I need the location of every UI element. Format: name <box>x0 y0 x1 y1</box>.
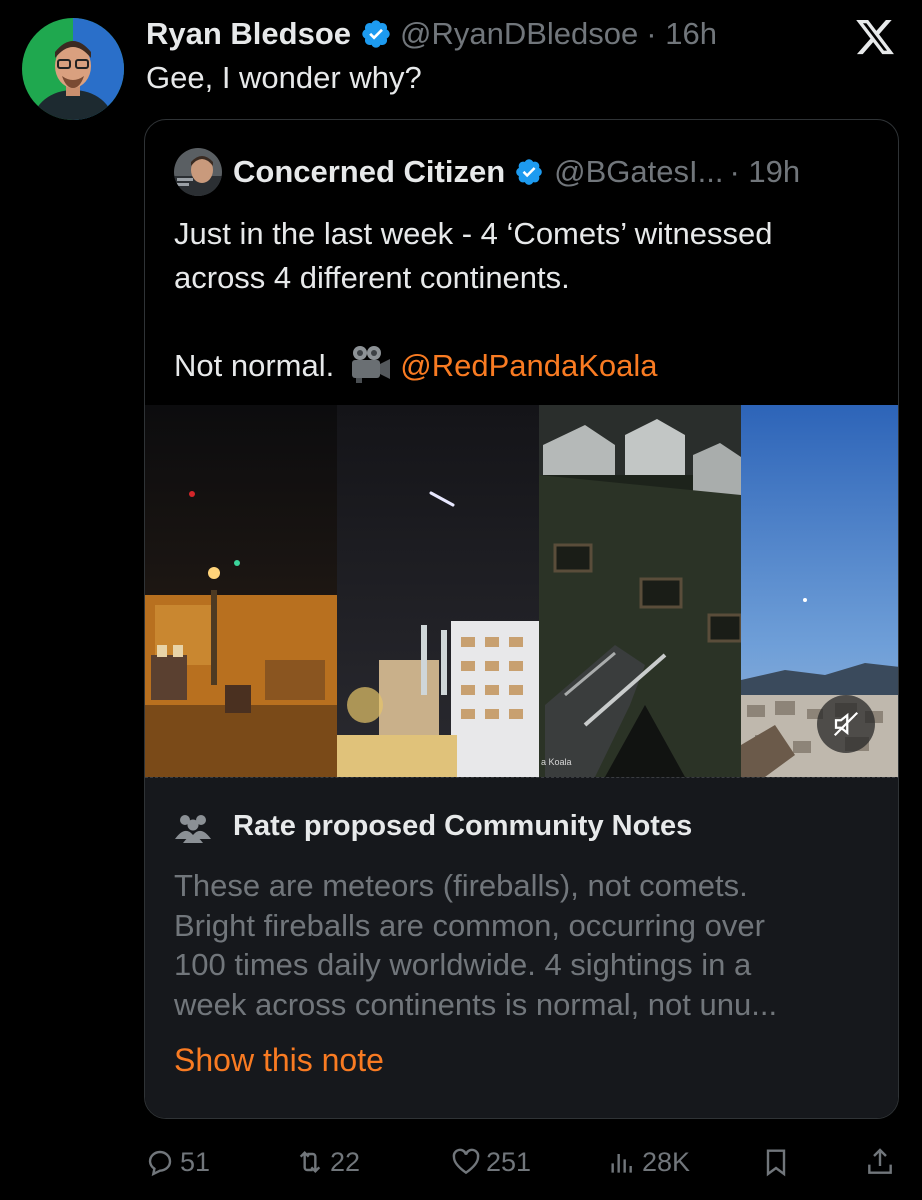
verified-badge-icon <box>516 159 542 185</box>
like-icon <box>452 1148 480 1175</box>
reply-icon <box>148 1150 172 1177</box>
movie-camera-icon <box>352 346 391 383</box>
community-notes-header: Rate proposed Community Notes <box>173 810 692 843</box>
author-handle[interactable]: @RyanDBledsoe <box>400 16 638 52</box>
show-note-link[interactable]: Show this note <box>174 1042 384 1079</box>
media-watermark: a Koala <box>541 757 572 767</box>
views-icon <box>611 1154 632 1173</box>
mute-icon <box>833 711 859 737</box>
share-icon <box>868 1148 892 1174</box>
reply-count: 51 <box>180 1146 211 1177</box>
quoted-text-not-normal: Not normal. <box>174 348 335 383</box>
quoted-handle[interactable]: @BGatesI... <box>554 154 723 190</box>
tweet-action-bar: 51 22 251 28K <box>144 1142 904 1182</box>
avatar[interactable] <box>22 18 124 120</box>
x-logo-icon <box>856 19 894 55</box>
note-line: week across continents is normal, not un… <box>174 986 778 1022</box>
note-line: 100 times daily worldwide. 4 sightings i… <box>174 947 752 982</box>
quoted-author-row: Concerned Citizen @BGatesI... · 19h <box>233 152 800 192</box>
tweet-text: Gee, I wonder why? <box>146 60 422 95</box>
tweet-time: · 16h <box>646 16 717 51</box>
bookmark-icon <box>766 1149 786 1177</box>
media-frame-1 <box>145 405 337 777</box>
quoted-text-line: across 4 different continents. <box>174 260 570 295</box>
quoted-media[interactable]: a Koala <box>145 405 898 777</box>
reply-button[interactable]: 51 <box>144 1142 210 1182</box>
verified-badge-icon <box>362 20 390 48</box>
note-line: These are meteors (fireballs), not comet… <box>174 868 748 903</box>
like-count: 251 <box>486 1146 532 1177</box>
bookmark-button[interactable] <box>760 1142 796 1182</box>
community-notes-title[interactable]: Rate proposed Community Notes <box>233 810 692 843</box>
tweet-author-row: Ryan Bledsoe @RyanDBledsoe · 16h <box>146 14 717 54</box>
media-frame-2 <box>337 405 543 777</box>
repost-button[interactable]: 22 <box>294 1142 360 1182</box>
note-line: Bright fireballs are common, occurring o… <box>174 907 765 943</box>
quoted-text-line-3: Not normal. @RedPandaKoala <box>174 344 884 388</box>
views-count: 28K <box>642 1146 691 1177</box>
quoted-text-line: Just in the last week - 4 ‘Comets’ witne… <box>174 216 773 251</box>
people-icon <box>175 814 211 843</box>
views-button[interactable]: 28K <box>606 1142 690 1182</box>
quoted-tweet[interactable]: Concerned Citizen @BGatesI... · 19h Just… <box>144 119 899 1119</box>
repost-icon <box>299 1150 321 1174</box>
media-frame-3 <box>539 405 743 777</box>
quoted-time: · 19h <box>729 154 801 189</box>
quoted-avatar[interactable] <box>174 148 222 196</box>
mute-button[interactable] <box>817 695 875 753</box>
quoted-author-name[interactable]: Concerned Citizen <box>233 154 505 190</box>
like-button[interactable]: 251 <box>450 1142 531 1182</box>
community-notes-body: These are meteors (fireballs), not comet… <box>174 866 894 1024</box>
share-button[interactable] <box>864 1142 900 1182</box>
author-name[interactable]: Ryan Bledsoe <box>146 16 351 52</box>
mention-link[interactable]: @RedPandaKoala <box>400 348 657 383</box>
quoted-text: Just in the last week - 4 ‘Comets’ witne… <box>174 212 884 388</box>
repost-count: 22 <box>330 1146 361 1177</box>
